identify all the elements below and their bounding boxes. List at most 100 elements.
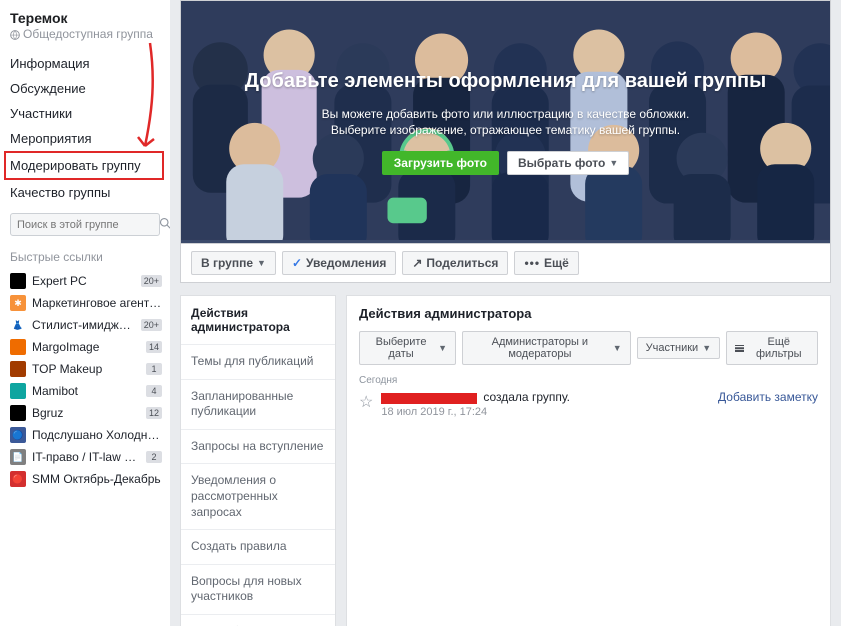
quick-link-avatar — [10, 273, 26, 289]
quick-link-item[interactable]: MargoImage 14 — [10, 336, 162, 358]
cover-area: Добавьте элементы оформления для вашей г… — [180, 0, 831, 243]
quick-link-item[interactable]: Mamibot 4 — [10, 380, 162, 402]
share-icon: ↗ — [412, 256, 422, 270]
nav-quality[interactable]: Качество группы — [10, 180, 170, 205]
quick-link-avatar — [10, 383, 26, 399]
quick-link-avatar: 📄 — [10, 449, 26, 465]
caret-down-icon: ▼ — [609, 158, 618, 168]
admin-main-header: Действия администратора — [347, 296, 830, 331]
nav-members[interactable]: Участники — [10, 101, 170, 126]
group-search[interactable] — [10, 213, 160, 236]
quick-link-avatar: 👗 — [10, 317, 26, 333]
caret-down-icon: ▼ — [438, 343, 447, 353]
quick-link-label: IT-право / IT-law и д... — [32, 450, 140, 464]
group-tabbar: В группе ▼ ✓ Уведомления ↗ Поделиться ••… — [180, 243, 831, 283]
choose-photo-label: Выбрать фото — [518, 156, 605, 170]
filter-admins[interactable]: Администраторы и модераторы ▼ — [462, 331, 631, 365]
cover-line1: Вы можете добавить фото или иллюстрацию … — [322, 107, 690, 121]
quick-link-item[interactable]: Expert PC 20+ — [10, 270, 162, 292]
quick-link-badge: 1 — [146, 363, 162, 375]
add-note-link[interactable]: Добавить заметку — [718, 390, 818, 418]
main-column: Добавьте элементы оформления для вашей г… — [170, 0, 841, 626]
quick-link-label: SMM Октябрь-Декабрь — [32, 472, 162, 486]
filter-admins-label: Администраторы и модераторы — [471, 336, 609, 360]
notifications-button[interactable]: ✓ Уведомления — [282, 251, 396, 275]
quick-link-avatar: 🔵 — [10, 427, 26, 443]
choose-photo-button[interactable]: Выбрать фото ▼ — [507, 151, 629, 175]
nav-discussion[interactable]: Обсуждение — [10, 76, 170, 101]
filter-members[interactable]: Участники ▼ — [637, 337, 720, 359]
filter-dates-label: Выберите даты — [368, 336, 434, 360]
quick-link-label: Expert PC — [32, 274, 135, 288]
admin-side-panel: Действия администратора Темы для публика… — [180, 295, 336, 626]
activity-timestamp: 18 июл 2019 г., 17:24 — [381, 406, 710, 418]
admin-side-item[interactable]: Запросы на вступление — [181, 429, 335, 464]
quick-link-badge: 20+ — [141, 319, 162, 331]
nav-moderate-group[interactable]: Модерировать группу — [4, 151, 164, 180]
quick-link-avatar: ✱ — [10, 295, 26, 311]
quick-link-item[interactable]: 🔴SMM Октябрь-Декабрь — [10, 468, 162, 490]
in-group-label: В группе — [201, 256, 253, 270]
quick-link-item[interactable]: 🔵 Подслушано Холодна... — [10, 424, 162, 446]
quick-link-badge: 14 — [146, 341, 162, 353]
admin-side-item[interactable]: Запланированные публикации — [181, 379, 335, 429]
filter-dates[interactable]: Выберите даты ▼ — [359, 331, 456, 365]
quick-links-list: Expert PC 20+ ✱ Маркетинговое агентс... 👗 Сти… — [10, 270, 162, 490]
sidebar-nav: Информация Обсуждение Участники Мероприя… — [10, 51, 170, 205]
search-icon — [159, 217, 170, 232]
group-privacy: Общедоступная группа — [10, 27, 170, 41]
quick-link-label: Маркетинговое агентс... — [32, 296, 162, 310]
quick-link-item[interactable]: ✱ Маркетинговое агентс... — [10, 292, 162, 314]
admin-side-item[interactable]: Создать правила — [181, 529, 335, 564]
quick-links-title: Быстрые ссылки — [10, 250, 170, 264]
globe-icon — [10, 29, 20, 39]
quick-link-avatar — [10, 405, 26, 421]
quick-link-label: Mamibot — [32, 384, 140, 398]
group-title: Теремок — [10, 8, 170, 27]
star-icon[interactable]: ☆ — [359, 392, 373, 418]
more-button[interactable]: ••• Ещё — [514, 251, 578, 275]
share-button[interactable]: ↗ Поделиться — [402, 251, 508, 275]
group-privacy-label: Общедоступная группа — [23, 27, 153, 41]
caret-down-icon: ▼ — [702, 343, 711, 353]
filter-more[interactable]: Ещё фильтры — [726, 331, 818, 365]
quick-link-label: Bgruz — [32, 406, 140, 420]
admin-main-panel: Действия администратора Выберите даты ▼ … — [346, 295, 831, 626]
quick-link-item[interactable]: 📄 IT-право / IT-law и д... 2 — [10, 446, 162, 468]
caret-down-icon: ▼ — [613, 343, 622, 353]
cover-overlay: Добавьте элементы оформления для вашей г… — [181, 1, 830, 243]
quick-link-label: Стилист-имиджме... — [32, 318, 135, 332]
quick-link-avatar — [10, 361, 26, 377]
quick-link-label: TOP Makeup — [32, 362, 140, 376]
admin-side-item[interactable]: Вопросы для новых участников — [181, 564, 335, 614]
check-icon: ✓ — [292, 256, 302, 270]
caret-down-icon: ▼ — [257, 258, 266, 268]
cover-heading: Добавьте элементы оформления для вашей г… — [245, 70, 766, 93]
notifications-label: Уведомления — [306, 256, 386, 270]
in-group-button[interactable]: В группе ▼ — [191, 251, 276, 275]
admin-side-header: Действия администратора — [181, 296, 335, 344]
quick-link-item[interactable]: Bgruz 12 — [10, 402, 162, 424]
search-input[interactable] — [17, 219, 159, 231]
redacted-name — [381, 393, 477, 404]
quick-link-item[interactable]: 👗 Стилист-имиджме... 20+ — [10, 314, 162, 336]
quick-link-label: Подслушано Холодна... — [32, 428, 162, 442]
quick-link-badge: 2 — [146, 451, 162, 463]
quick-link-avatar — [10, 339, 26, 355]
nav-events[interactable]: Мероприятия — [10, 126, 170, 151]
quick-link-item[interactable]: TOP Makeup 1 — [10, 358, 162, 380]
quick-link-badge: 12 — [146, 407, 162, 419]
nav-info[interactable]: Информация — [10, 51, 170, 76]
quick-link-badge: 20+ — [141, 275, 162, 287]
more-label: Ещё — [544, 256, 569, 270]
upload-photo-button[interactable]: Загрузить фото — [382, 151, 499, 175]
section-today: Сегодня — [347, 365, 830, 390]
quick-link-badge: 4 — [146, 385, 162, 397]
dots-icon: ••• — [524, 256, 540, 270]
quick-link-label: MargoImage — [32, 340, 140, 354]
admin-side-item[interactable]: Уведомления о рассмотренных запросах — [181, 463, 335, 529]
admin-side-item[interactable]: С жалобами от участников — [181, 614, 335, 626]
sliders-icon — [735, 344, 744, 353]
admin-side-item[interactable]: Темы для публикаций — [181, 344, 335, 379]
activity-suffix: создала группу. — [483, 390, 570, 404]
